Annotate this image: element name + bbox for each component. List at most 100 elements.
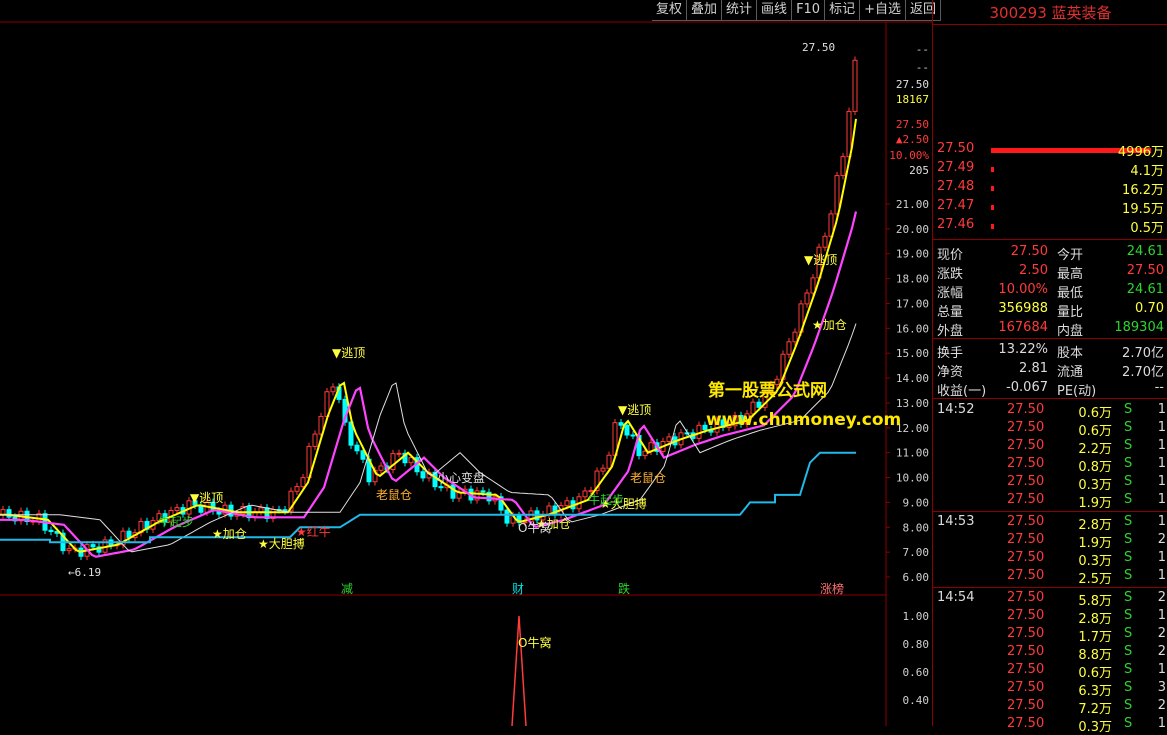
tick-count: 1 xyxy=(1157,608,1166,623)
signal-bull-step-2: 牛起步 xyxy=(588,493,625,507)
tick-price: 27.50 xyxy=(1007,550,1045,565)
marker-rise-list: 涨榜 xyxy=(820,582,845,596)
stats-value: 2.81 xyxy=(1019,361,1048,376)
draw-line-button[interactable]: 画线 xyxy=(757,0,793,21)
tick-row[interactable]: 14:53 27.50 2.8万 S 1 xyxy=(933,514,1167,533)
candle-body xyxy=(666,436,672,443)
low-price-label: ←6.19 xyxy=(68,566,102,579)
tick-volume: 1.9万 xyxy=(1078,496,1112,511)
orderbook-price: 27.48 xyxy=(937,179,975,194)
tick-side: S xyxy=(1124,680,1133,695)
quote-label: 内盘 xyxy=(1057,324,1084,339)
price-axis: 21.00 20.00 19.00 18.00 17.00 16.00 15.00 14.00… xyxy=(886,43,929,584)
candle-body xyxy=(312,433,318,447)
tick-row[interactable]: 27.50 0.3万 S 1 xyxy=(933,474,1167,493)
quote-value: 27.50 xyxy=(1010,244,1048,259)
orderbook-row: 27.48 16.2万 xyxy=(933,179,1167,198)
tick-price: 27.50 xyxy=(1007,626,1045,641)
tick-volume: 0.6万 xyxy=(1078,666,1112,681)
tick-row[interactable]: 27.50 7.2万 S 2 xyxy=(933,698,1167,717)
add-watchlist-button[interactable]: +自选 xyxy=(860,0,907,21)
tick-side: S xyxy=(1124,514,1133,529)
stats-label: 净资 xyxy=(937,365,964,380)
tick-row[interactable]: 27.50 0.6万 S 1 xyxy=(933,420,1167,439)
tick-row[interactable]: 27.50 0.3万 S 1 xyxy=(933,550,1167,569)
orderbook-volume: 0.5万 xyxy=(1130,221,1164,236)
marker-finance: 财 xyxy=(512,582,525,596)
tick-row[interactable]: 27.50 0.8万 S 1 xyxy=(933,456,1167,475)
tick-count: 1 xyxy=(1157,550,1166,565)
stats-label: 收益(一) xyxy=(937,384,987,399)
tick-price: 27.50 xyxy=(1007,568,1045,583)
quote-value: 167684 xyxy=(998,320,1048,335)
quote-label: 总量 xyxy=(937,305,964,320)
price-tick-label: 11.00 xyxy=(896,447,929,460)
kline-chart[interactable]: 21.00 20.00 19.00 18.00 17.00 16.00 15.00 14.00… xyxy=(0,0,932,726)
tick-volume: 0.3万 xyxy=(1078,478,1112,493)
price-tick-label: 19.00 xyxy=(896,248,929,261)
tick-side: S xyxy=(1124,402,1133,417)
lower-tick-label: 0.80 xyxy=(903,638,930,651)
stats-row: 净资 2.81 流通 2.70亿 xyxy=(933,361,1167,380)
quote-value: 356988 xyxy=(998,301,1048,316)
fuquan-button[interactable]: 复权 xyxy=(652,0,688,21)
support-line xyxy=(0,451,856,544)
tick-volume: 2.5万 xyxy=(1078,572,1112,587)
quote-label: 外盘 xyxy=(937,324,964,339)
tick-row[interactable]: 27.50 1.7万 S 2 xyxy=(933,626,1167,645)
signal-bull-step-1: 牛起步 xyxy=(158,515,195,529)
signal-escape-top-3: ▼逃顶 xyxy=(618,403,652,417)
stats-value: 13.22% xyxy=(998,342,1048,357)
tick-row[interactable]: 27.50 1.9万 S 2 xyxy=(933,532,1167,551)
signal-red-bull: ★红牛 xyxy=(296,525,331,539)
tick-price: 27.50 xyxy=(1007,532,1045,547)
tick-row[interactable]: 14:52 27.50 0.6万 S 1 xyxy=(933,402,1167,421)
f10-button[interactable]: F10 xyxy=(792,0,826,21)
quote-value: 2.50 xyxy=(1019,263,1048,278)
tick-row[interactable]: 27.50 2.8万 S 1 xyxy=(933,608,1167,627)
tick-volume: 0.6万 xyxy=(1078,406,1112,421)
tick-count: 1 xyxy=(1157,438,1166,453)
tick-volume: 0.3万 xyxy=(1078,554,1112,569)
watermark-url[interactable]: www.chnmoney.com xyxy=(706,410,901,430)
tick-row[interactable]: 27.50 0.6万 S 1 xyxy=(933,662,1167,681)
stats-label: 流通 xyxy=(1057,365,1084,380)
stats-button[interactable]: 统计 xyxy=(722,0,758,21)
mark-button[interactable]: 标记 xyxy=(825,0,861,21)
tick-row[interactable]: 27.50 2.5万 S 1 xyxy=(933,568,1167,587)
stock-title[interactable]: 300293 蓝英装备 xyxy=(933,2,1167,23)
candle-body xyxy=(606,454,612,469)
stats-value: 2.70亿 xyxy=(1122,346,1164,361)
watermark-title: 第一股票公式网 xyxy=(708,381,827,401)
price-tick-label: 13.00 xyxy=(896,397,929,410)
tick-volume: 0.6万 xyxy=(1078,424,1112,439)
stats-label: 换手 xyxy=(937,346,964,361)
quote-value: 189304 xyxy=(1114,320,1164,335)
tick-row[interactable]: 27.50 0.3万 S 1 xyxy=(933,716,1167,735)
tick-row[interactable]: 27.50 2.2万 S 1 xyxy=(933,438,1167,457)
tick-price: 27.50 xyxy=(1007,698,1045,713)
tick-row[interactable]: 27.50 6.3万 S 3 xyxy=(933,680,1167,699)
orderbook-price: 27.47 xyxy=(937,198,975,213)
stats-label: PE(动) xyxy=(1057,384,1097,399)
stats-label: 股本 xyxy=(1057,346,1084,361)
tick-row[interactable]: 27.50 1.9万 S 1 xyxy=(933,492,1167,511)
candle-body xyxy=(48,529,54,533)
candle-body xyxy=(480,490,486,493)
candle-body xyxy=(438,486,444,489)
tick-row[interactable]: 27.50 8.8万 S 2 xyxy=(933,644,1167,663)
marker-reduce: 减 xyxy=(341,582,354,596)
candle-body xyxy=(804,292,810,305)
axis-top-label: 27.50 xyxy=(896,118,929,131)
candlesticks xyxy=(0,56,858,560)
tick-count: 2 xyxy=(1157,698,1166,713)
tick-side: S xyxy=(1124,698,1133,713)
tick-row[interactable]: 14:54 27.50 5.8万 S 2 xyxy=(933,590,1167,609)
tick-count: 1 xyxy=(1157,474,1166,489)
overlay-button[interactable]: 叠加 xyxy=(687,0,723,21)
price-tick-label: 6.00 xyxy=(903,571,930,584)
tick-time: 14:52 xyxy=(937,402,975,417)
tick-price: 27.50 xyxy=(1007,514,1045,529)
stats-row: 收益(一) -0.067 PE(动) -- xyxy=(933,380,1167,399)
tick-side: S xyxy=(1124,568,1133,583)
